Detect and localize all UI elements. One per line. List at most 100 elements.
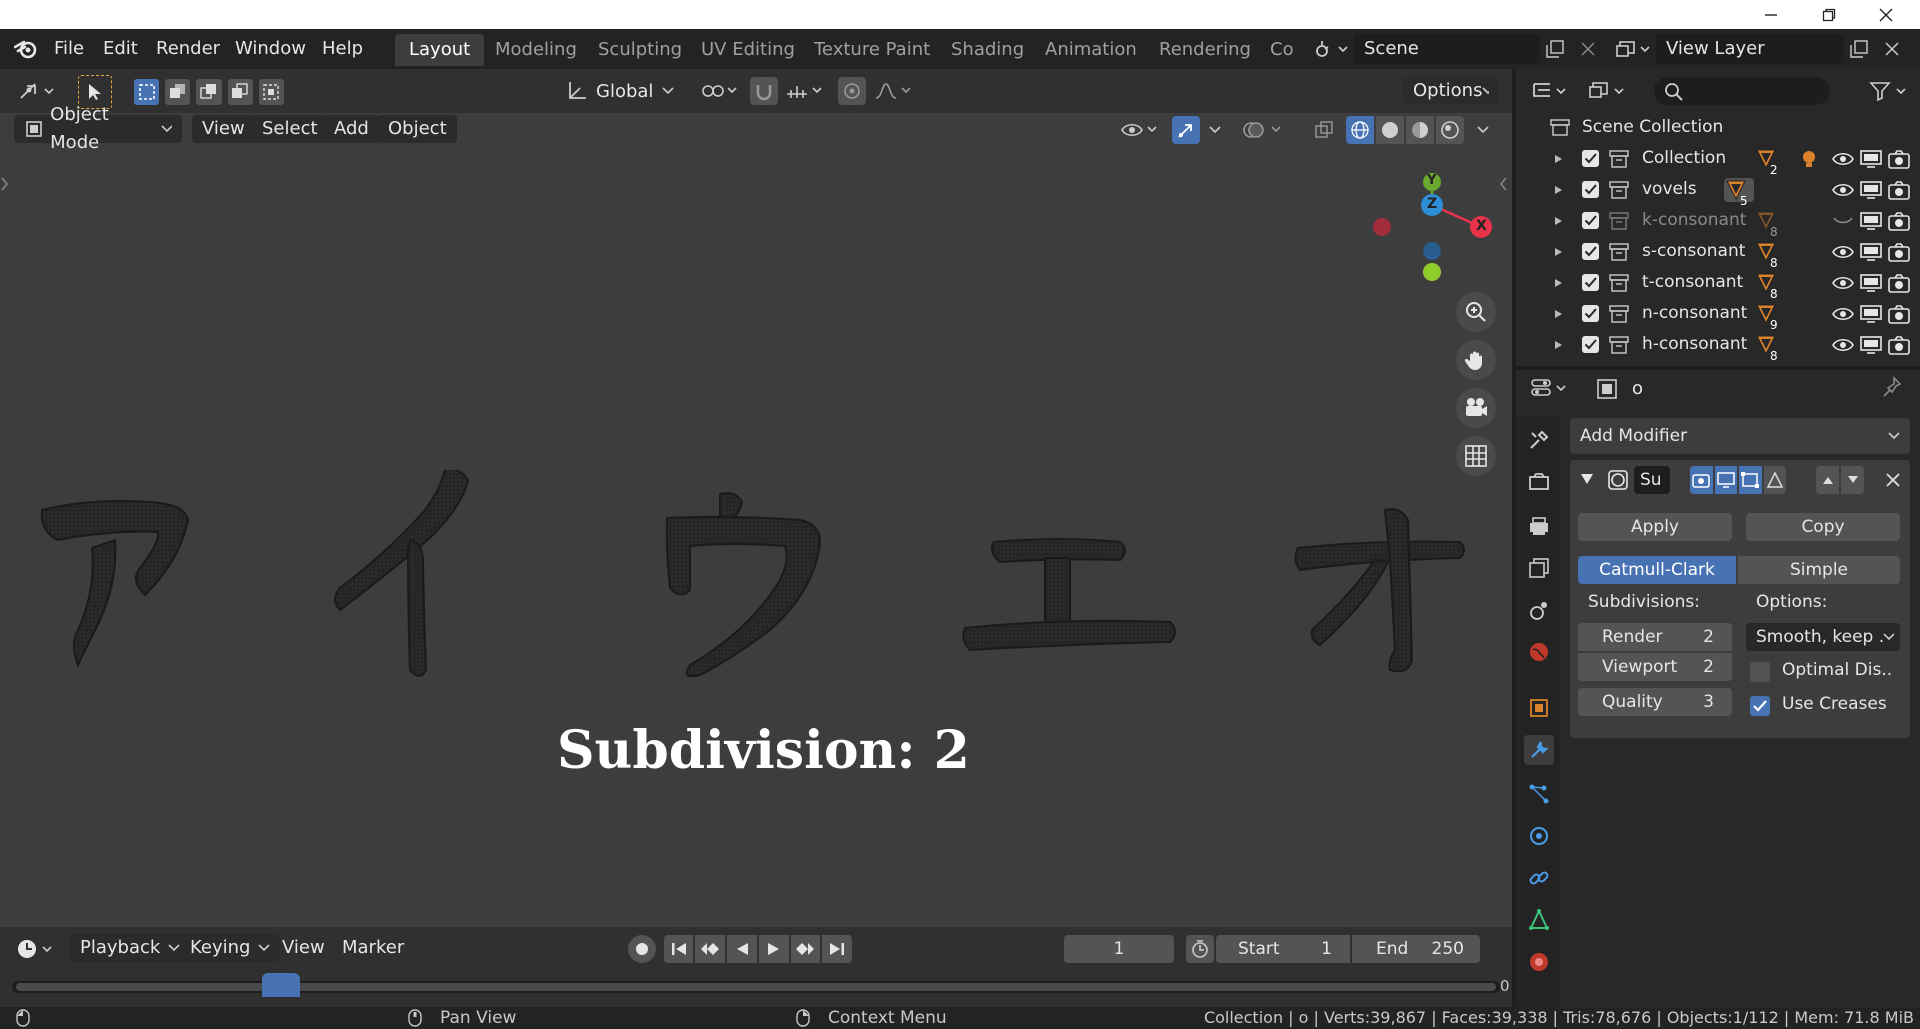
toolbar-expand-icon[interactable] [0, 176, 10, 192]
scene-name-field[interactable]: Scene [1354, 34, 1540, 64]
record-icon[interactable] [628, 935, 656, 963]
sidebar-expand-icon[interactable] [1498, 176, 1508, 192]
menu-edit[interactable]: Edit [97, 36, 144, 62]
monitor-icon[interactable] [1860, 150, 1882, 168]
camera-icon[interactable] [1888, 273, 1910, 293]
proportional-edit-icon[interactable] [838, 77, 866, 105]
expand-arrow-icon[interactable] [1554, 216, 1564, 226]
wireframe-shading-icon[interactable] [1346, 116, 1374, 144]
monitor-icon[interactable] [1860, 305, 1882, 323]
remove-view-layer-icon[interactable] [1878, 35, 1906, 63]
pin-icon[interactable] [1880, 376, 1902, 398]
visibility-icon[interactable] [1118, 116, 1162, 144]
move-up-icon[interactable] [1816, 466, 1839, 494]
modifier-name-field[interactable]: Su [1634, 466, 1670, 494]
expand-arrow-icon[interactable] [1554, 340, 1564, 350]
snap-toggle-icon[interactable] [750, 77, 778, 105]
monitor-icon[interactable] [1860, 336, 1882, 354]
start-frame-field[interactable]: Start 1 [1216, 935, 1350, 963]
pan-hand-icon[interactable] [1456, 340, 1496, 380]
chevron-down-icon[interactable] [1472, 116, 1494, 144]
navigation-gizmo[interactable]: Y X Z [1366, 172, 1496, 284]
tab-animation[interactable]: Animation [1031, 34, 1151, 66]
add-modifier-dropdown[interactable]: Add Modifier [1570, 418, 1910, 454]
copy-button[interactable]: Copy [1746, 513, 1900, 541]
chevron-down-icon[interactable] [1204, 116, 1226, 144]
timeline-editor-type-icon[interactable] [14, 935, 60, 963]
exclude-checkbox[interactable] [1582, 243, 1599, 260]
object-tab-icon[interactable] [1524, 693, 1554, 723]
exclude-checkbox[interactable] [1582, 181, 1599, 198]
monitor-icon[interactable] [1860, 274, 1882, 292]
overlays-icon[interactable] [1240, 116, 1288, 144]
move-down-icon[interactable] [1841, 466, 1864, 494]
outliner-row-t-consonant[interactable]: t-consonant 8 [1516, 267, 1920, 301]
scene-tab-icon[interactable] [1524, 595, 1554, 625]
menu-help[interactable]: Help [316, 36, 369, 62]
exclude-checkbox[interactable] [1582, 274, 1599, 291]
viewport-menu-view[interactable]: View [192, 115, 255, 143]
blender-logo-icon[interactable] [14, 38, 38, 60]
select-subtract-icon[interactable] [196, 79, 222, 105]
snap-target-icon[interactable] [784, 77, 830, 105]
select-invert-icon[interactable] [227, 79, 253, 105]
remove-scene-icon[interactable] [1574, 35, 1602, 63]
close-window-icon[interactable] [1858, 0, 1914, 29]
jump-end-icon[interactable] [822, 935, 853, 963]
outliner-editor-type-icon[interactable] [1528, 77, 1574, 105]
monitor-icon[interactable] [1860, 243, 1882, 261]
prev-keyframe-icon[interactable] [695, 935, 726, 963]
camera-icon[interactable] [1888, 335, 1910, 355]
material-tab-icon[interactable] [1524, 947, 1554, 977]
timeline-scrubber[interactable] [12, 981, 1500, 993]
menu-window[interactable]: Window [229, 36, 312, 62]
camera-icon[interactable] [1888, 211, 1910, 231]
camera-icon[interactable] [1888, 149, 1910, 169]
end-frame-field[interactable]: End 250 [1352, 935, 1480, 963]
current-frame-field[interactable]: 1 [1064, 935, 1174, 963]
viewport-menu-select[interactable]: Select [252, 115, 328, 143]
rendered-shading-icon[interactable] [1436, 116, 1464, 144]
apply-button[interactable]: Apply [1578, 513, 1732, 541]
tab-texture-paint[interactable]: Texture Paint [800, 34, 944, 66]
data-tab-icon[interactable] [1524, 905, 1554, 935]
pivot-point-icon[interactable] [696, 77, 744, 105]
optimal-display-checkbox[interactable] [1750, 662, 1770, 682]
outliner-row-k-consonant[interactable]: k-consonant 8 [1516, 205, 1920, 239]
play-reverse-icon[interactable] [727, 935, 757, 963]
camera-view-icon[interactable] [1456, 388, 1496, 428]
next-keyframe-icon[interactable] [790, 935, 821, 963]
tab-rendering[interactable]: Rendering [1145, 34, 1265, 66]
scene-collection-row[interactable]: Scene Collection [1516, 112, 1920, 143]
uv-smooth-dropdown[interactable]: Smooth, keep ... [1746, 623, 1900, 651]
tab-layout[interactable]: Layout [395, 34, 485, 66]
camera-icon[interactable] [1888, 242, 1910, 262]
render-levels-field[interactable]: Render 2 [1578, 623, 1732, 651]
falloff-icon[interactable] [872, 77, 916, 105]
eye-icon[interactable] [1832, 306, 1854, 322]
select-extend-icon[interactable] [165, 79, 191, 105]
scrollbar-track[interactable] [16, 983, 1496, 991]
playback-menu[interactable]: Playback [70, 934, 191, 962]
editmode-display-icon[interactable] [1739, 466, 1762, 494]
expand-arrow-icon[interactable] [1554, 185, 1564, 195]
filter-icon[interactable] [1866, 77, 1912, 105]
eye-closed-icon[interactable] [1832, 214, 1854, 228]
on-cage-icon[interactable] [1763, 466, 1786, 494]
use-creases-checkbox[interactable] [1750, 696, 1770, 716]
viewport-levels-field[interactable]: Viewport 2 [1578, 653, 1732, 681]
exclude-checkbox[interactable] [1582, 305, 1599, 322]
camera-icon[interactable] [1888, 180, 1910, 200]
exclude-checkbox[interactable] [1582, 212, 1599, 229]
quality-field[interactable]: Quality 3 [1578, 688, 1732, 716]
gizmo-toggle-icon[interactable] [1172, 116, 1200, 144]
realtime-display-icon[interactable] [1714, 466, 1737, 494]
exclude-checkbox[interactable] [1582, 336, 1599, 353]
transform-orientation[interactable]: Global [566, 77, 686, 105]
play-icon[interactable] [758, 935, 789, 963]
physics-tab-icon[interactable] [1524, 821, 1554, 851]
display-mode-icon[interactable] [1586, 77, 1632, 105]
options-dropdown[interactable]: Options [1403, 77, 1499, 105]
remove-modifier-icon[interactable] [1886, 473, 1900, 487]
menu-file[interactable]: File [48, 36, 90, 62]
